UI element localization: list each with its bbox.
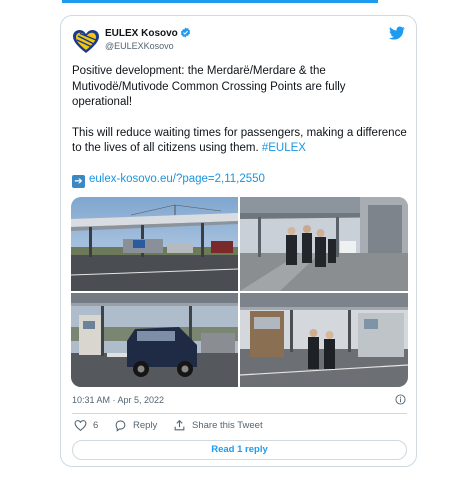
info-icon[interactable] [395,394,406,405]
tweet-paragraph-2: This will reduce waiting times for passe… [72,126,407,157]
tweet-text: Positive development: the Merdarë/Merdar… [72,64,407,157]
verified-badge-icon [180,27,190,38]
external-link-text[interactable]: eulex-kosovo.eu/?page=2,11,2550 [89,173,265,185]
author-handle[interactable]: @EULEXKosovo [105,41,174,51]
author-name[interactable]: EULEX Kosovo [105,27,191,39]
reply-bubble-icon [115,420,126,432]
action-divider [72,413,407,414]
like-button[interactable]: 6 [74,419,98,432]
author-name-text[interactable]: EULEX Kosovo [105,28,178,39]
photo-crossing-canopy[interactable] [71,197,238,291]
photo-officials-walking[interactable] [240,197,408,291]
reply-button[interactable]: Reply [114,419,157,432]
hashtag-link[interactable]: #EULEX [262,142,306,154]
eulex-heart-logo-icon[interactable] [72,28,100,56]
tweet-paragraph-2-text: This will reduce waiting times for passe… [72,126,407,155]
external-link[interactable]: ➔ eulex-kosovo.eu/?page=2,11,2550 [72,173,265,188]
share-label: Share this Tweet [192,420,263,431]
top-accent-bar [62,0,378,3]
tweet-timestamp[interactable]: 10:31 AM · Apr 5, 2022 [72,395,164,405]
share-icon [174,419,185,431]
read-reply-button[interactable]: Read 1 reply [72,440,407,460]
photo-grid [71,197,408,387]
like-count: 6 [93,420,99,431]
heart-icon [74,420,87,432]
share-button[interactable]: Share this Tweet [173,419,263,432]
twitter-bird-icon[interactable] [389,25,405,41]
tweet-paragraph-1: Positive development: the Merdarë/Merdar… [72,65,346,108]
right-arrow-icon: ➔ [72,175,85,188]
photo-officials-booth[interactable] [240,293,408,387]
photo-vehicle-checkpoint[interactable] [71,293,238,387]
reply-label: Reply [133,420,158,431]
tweet-card[interactable]: EULEX Kosovo @EULEXKosovo Positive devel… [60,15,417,467]
